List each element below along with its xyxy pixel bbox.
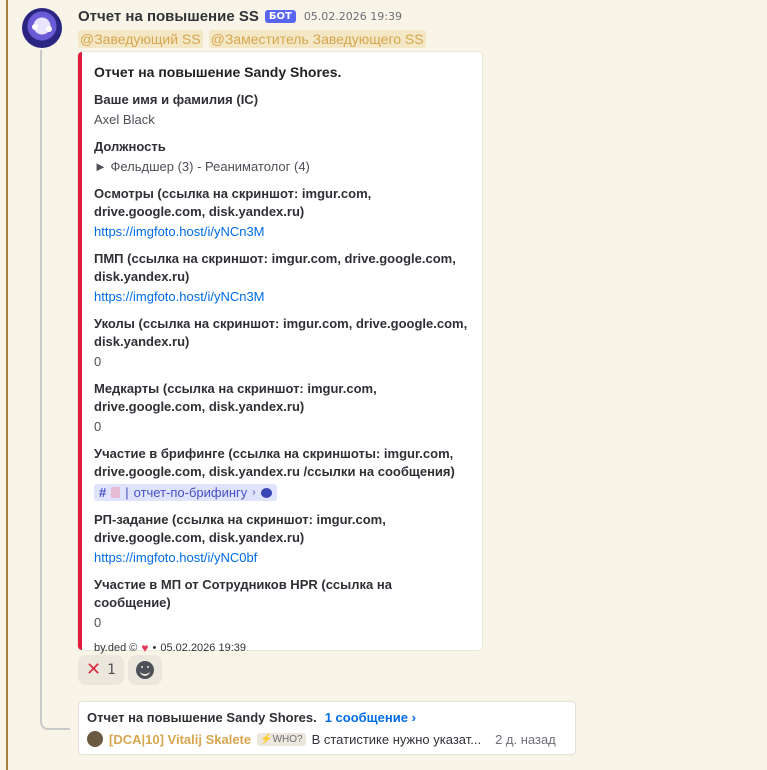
add-reaction-button[interactable] [128,655,163,685]
field-name: Участие в МП от Сотрудников HPR (ссылка … [94,577,392,610]
field-name: РП-задание (ссылка на скриншот: imgur.co… [94,512,386,545]
field-name: Медкарты (ссылка на скриншот: imgur.com,… [94,381,377,414]
thread-message-count[interactable]: 1 сообщение › [325,710,416,725]
report-embed: Отчет на повышение Sandy Shores. Ваше им… [78,52,482,655]
channel-name: отчет-по-брифингу [133,485,248,500]
screenshot-link[interactable]: https://imgfoto.host/i/yNC0bf [94,549,470,567]
hash-icon: # [99,485,107,500]
embed-field: Ваше имя и фамилия (IC) Axel Black [94,91,470,129]
reply-author: [DCA|10] Vitalij Skalete [109,731,252,747]
reply-avatar [87,731,103,747]
author-name[interactable]: Отчет на повышение SS [78,8,259,25]
field-value: 0 [94,615,102,630]
embed-field: РП-задание (ссылка на скриншот: imgur.co… [94,511,470,567]
mention-role[interactable]: @Заместитель Заведующего SS [208,30,426,48]
thread-preview[interactable]: Отчет на повышение Sandy Shores. 1 сообщ… [78,701,576,755]
bot-tag: БОТ [264,10,296,23]
reaction-count: 1 [107,662,117,678]
channel-highlight-bar [6,0,8,770]
mentions-line: @Заведующий SS @Заместитель Заведующего … [78,30,426,48]
thread-last-message: [DCA|10] Vitalij Skalete ⚡WHO? В статист… [87,731,567,747]
field-name: Ваше имя и фамилия (IC) [94,92,259,107]
footer-timestamp: 05.02.2026 19:39 [160,642,246,654]
channel-link[interactable]: # | отчет-по-брифингу › [94,484,277,501]
cross-mark-icon: ✕ [86,659,102,680]
field-value: 0 [94,419,102,434]
embed-field: Участие в брифинге (ссылка на скриншоты:… [94,445,470,502]
field-name: Должность [94,139,166,154]
message-timestamp[interactable]: 05.02.2026 19:39 [304,10,402,23]
role-badge: ⚡WHO? [257,732,306,746]
heart-icon: ♥ [141,641,149,655]
field-name: ПМП (ссылка на скриншот: imgur.com, driv… [94,251,456,284]
embed-field: Должность ► Фельдшер (3) - Реаниматолог … [94,138,470,176]
field-value: ► Фельдшер (3) - Реаниматолог (4) [94,159,310,174]
reply-time: 2 д. назад [495,731,556,747]
embed-title: Отчет на повышение Sandy Shores. [94,64,342,80]
reaction-cross-mark[interactable]: ✕ 1 [78,655,125,685]
field-name: Участие в брифинге (ссылка на скриншоты:… [94,446,455,479]
embed-field: Участие в МП от Сотрудников HPR (ссылка … [94,576,470,632]
separator-icon: | [125,485,129,500]
reactions-bar: ✕ 1 [78,655,163,685]
embed-footer: by.ded © ♥ • 05.02.2026 19:39 [94,641,470,655]
chevron-right-icon: › [252,487,256,498]
document-icon [111,487,121,498]
embed-field: ПМП (ссылка на скриншот: imgur.com, driv… [94,250,470,306]
thread-name[interactable]: Отчет на повышение Sandy Shores. [87,710,317,725]
field-name: Уколы (ссылка на скриншот: imgur.com, dr… [94,316,468,349]
footer-separator: • [152,642,157,654]
message-header: Отчет на повышение SS БОТ 05.02.2026 19:… [78,8,402,25]
screenshot-link[interactable]: https://imgfoto.host/i/yNCn3M [94,223,470,241]
embed-field: Медкарты (ссылка на скриншот: imgur.com,… [94,380,470,436]
thread-connector-line [40,50,70,730]
footer-text: by.ded © [94,642,138,654]
role-badge-label: WHO? [272,733,303,745]
bot-avatar[interactable] [22,8,62,48]
reply-text: В статистике нужно указат... [311,731,482,747]
thread-header: Отчет на повышение Sandy Shores. 1 сообщ… [87,710,567,725]
add-reaction-icon [136,661,155,679]
field-name: Осмотры (ссылка на скриншот: imgur.com, … [94,186,372,219]
field-value: 0 [94,354,102,369]
mention-role[interactable]: @Заведующий SS [78,30,203,48]
embed-field: Уколы (ссылка на скриншот: imgur.com, dr… [94,315,470,371]
embed-field: Осмотры (ссылка на скриншот: imgur.com, … [94,185,470,241]
screenshot-link[interactable]: https://imgfoto.host/i/yNCn3M [94,288,470,306]
chat-bubble-icon [260,487,272,498]
field-value: Axel Black [94,112,155,127]
